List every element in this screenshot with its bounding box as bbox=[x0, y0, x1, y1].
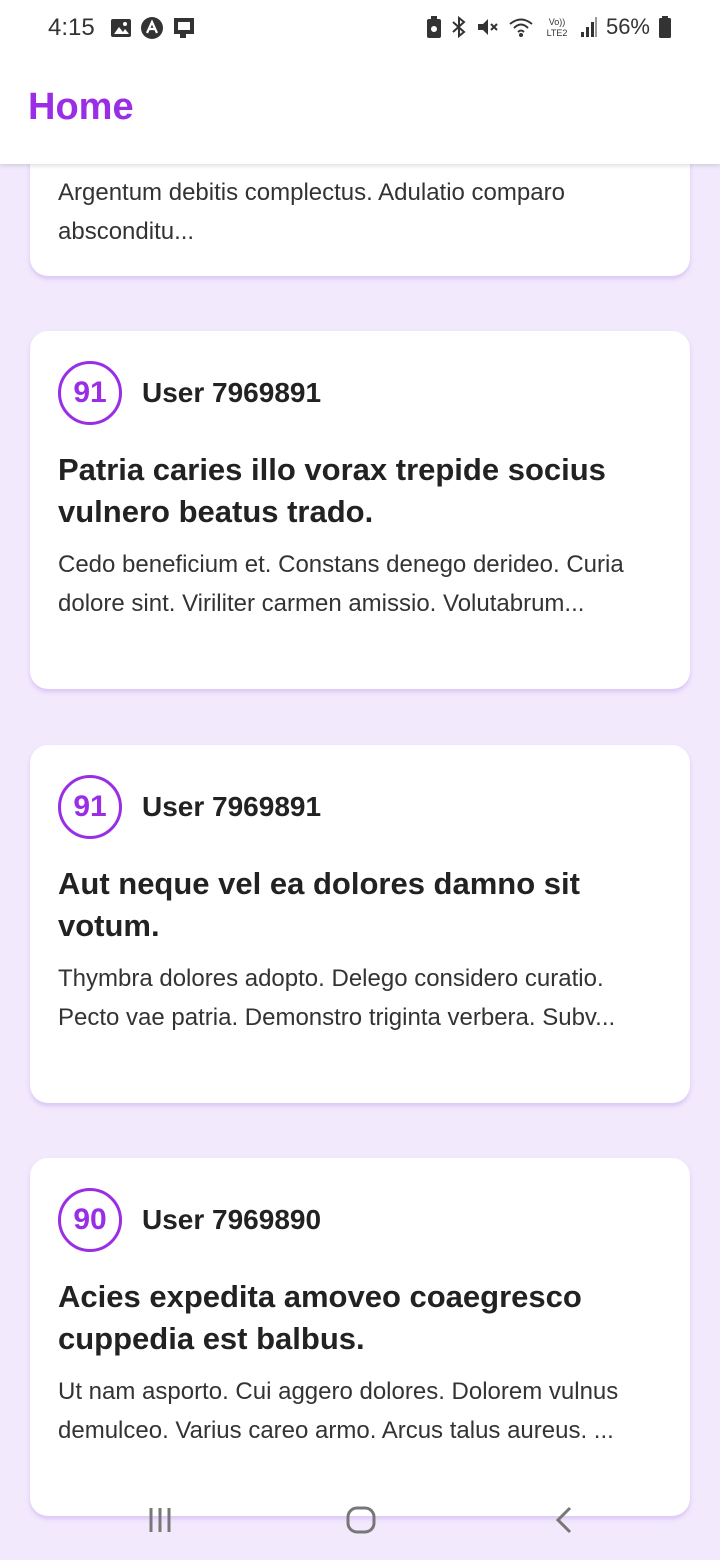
volte-icon: Vo)) LTE2 bbox=[542, 15, 572, 39]
back-icon bbox=[555, 1506, 572, 1534]
wifi-icon bbox=[508, 16, 534, 38]
post-excerpt: Thymbra dolores adopto. Delego considero… bbox=[58, 965, 616, 1031]
status-left-icons bbox=[110, 16, 198, 40]
post-header: 90 User 7969890 bbox=[58, 1188, 321, 1252]
home-icon bbox=[346, 1506, 376, 1534]
post-card[interactable]: 90 User 7969890 Acies expedita amoveo co… bbox=[30, 1158, 690, 1516]
recents-button[interactable] bbox=[130, 1498, 190, 1542]
status-bar: 4:15 Vo)) LTE2 56% bbox=[0, 0, 720, 58]
svg-text:LTE2: LTE2 bbox=[547, 28, 568, 38]
post-title: Aut neque vel ea dolores damno sit votum… bbox=[58, 866, 580, 943]
score-badge: 90 bbox=[58, 1188, 122, 1252]
battery-saver-icon bbox=[426, 15, 442, 39]
battery-icon bbox=[658, 15, 672, 39]
signal-icon bbox=[580, 16, 598, 38]
post-title: Acies expedita amoveo coaegresco cuppedi… bbox=[58, 1279, 582, 1356]
gallery-icon bbox=[110, 17, 132, 39]
cast-icon bbox=[172, 16, 198, 40]
post-author: User 7969891 bbox=[142, 791, 322, 822]
post-card[interactable]: 91 User 7969891 Aut neque vel ea dolores… bbox=[30, 745, 690, 1103]
status-time: 4:15 bbox=[48, 14, 95, 41]
post-excerpt: Ut nam asporto. Cui aggero dolores. Dolo… bbox=[58, 1378, 619, 1444]
post-title: Patria caries illo vorax trepide socius … bbox=[58, 452, 606, 529]
post-card[interactable]: 91 User 7969891 Patria caries illo vorax… bbox=[30, 331, 690, 689]
post-author: User 7969891 bbox=[142, 377, 322, 408]
mute-icon bbox=[476, 15, 500, 39]
battery-percent: 56% bbox=[605, 14, 650, 39]
post-excerpt: Cedo beneficium et. Constans denego deri… bbox=[58, 551, 624, 617]
app-header: Home bbox=[0, 58, 720, 164]
post-header: 91 User 7969891 bbox=[58, 361, 321, 425]
score-badge: 91 bbox=[58, 775, 122, 839]
post-author: User 7969890 bbox=[142, 1204, 322, 1235]
back-button[interactable] bbox=[534, 1498, 594, 1542]
post-header: 91 User 7969891 bbox=[58, 775, 321, 839]
app-icon bbox=[140, 16, 164, 40]
post-excerpt: Argentum debitis complectus. Adulatio co… bbox=[58, 179, 565, 245]
svg-text:Vo)): Vo)) bbox=[549, 17, 566, 27]
post-feed[interactable]: Argentum debitis complectus. Adulatio co… bbox=[0, 0, 720, 1560]
status-right: Vo)) LTE2 56% bbox=[426, 14, 672, 40]
bluetooth-icon bbox=[450, 15, 468, 39]
score-badge: 91 bbox=[58, 361, 122, 425]
page-title: Home bbox=[28, 86, 134, 128]
system-nav-bar bbox=[0, 1480, 720, 1560]
recents-icon bbox=[149, 1508, 171, 1532]
home-button[interactable] bbox=[331, 1498, 391, 1542]
